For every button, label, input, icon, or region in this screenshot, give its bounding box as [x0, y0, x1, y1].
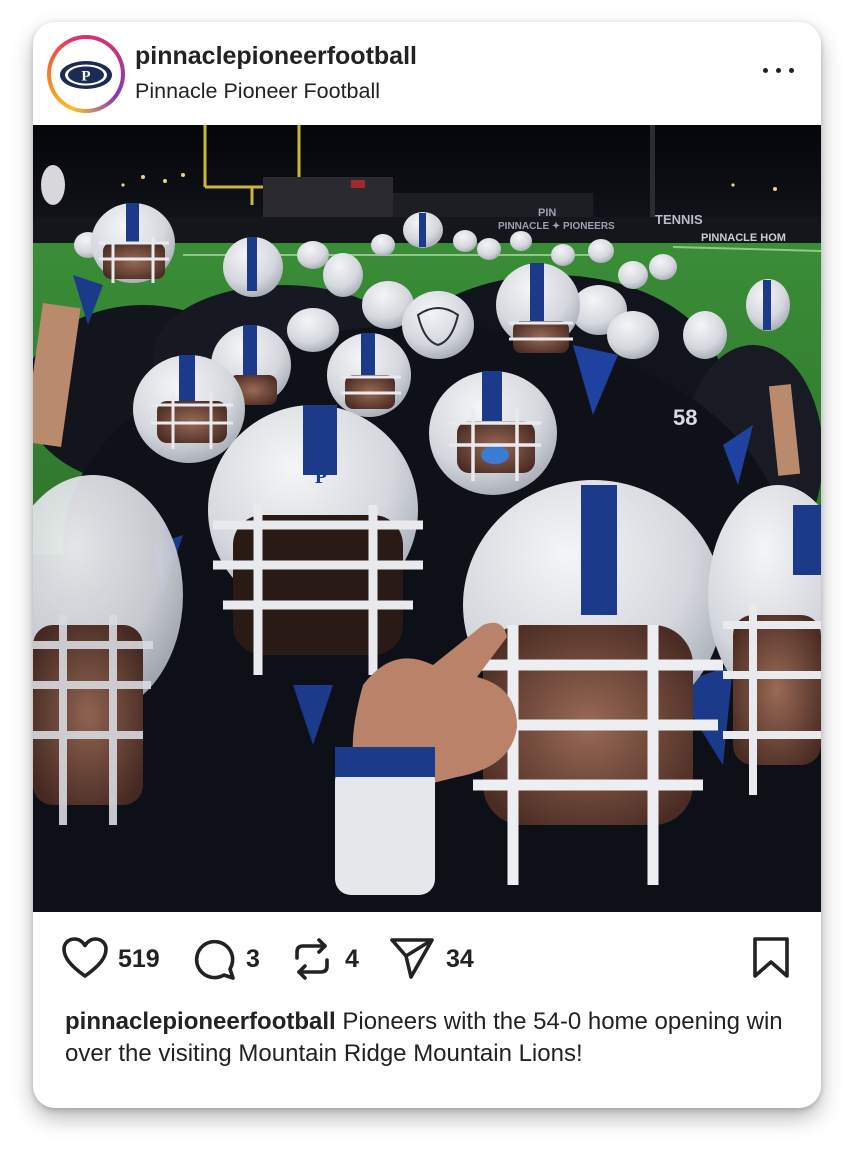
- building: [263, 177, 393, 217]
- team-photo: PINNACLE ✦ PIONEERS PIN TENNIS PINNACLE …: [33, 125, 821, 912]
- banner-mid-text: PIN: [538, 207, 556, 219]
- post-header: P pinnaclepioneerfootball Pinnacle Pione…: [33, 22, 821, 124]
- avatar-image: P: [51, 39, 121, 109]
- team-logo-icon: P: [60, 61, 112, 89]
- like-button[interactable]: 519: [61, 936, 171, 986]
- repost-button[interactable]: 4: [291, 936, 371, 986]
- post-actions: 519 3 4 34: [33, 912, 821, 1007]
- building-light: [351, 180, 365, 188]
- likes-count: 519: [118, 945, 160, 973]
- comment-bubble-icon: [194, 939, 235, 980]
- send-icon: [390, 938, 434, 979]
- repost-icon: [295, 938, 329, 980]
- save-button[interactable]: [752, 936, 792, 986]
- avatar[interactable]: P: [47, 35, 125, 113]
- light-pole: [650, 125, 655, 220]
- more-options-button[interactable]: [761, 60, 797, 80]
- heart-icon: [62, 937, 108, 978]
- reposts-count: 4: [345, 945, 359, 973]
- more-dot: [776, 68, 781, 73]
- avatar-letter: P: [81, 69, 90, 85]
- share-button[interactable]: 34: [389, 936, 489, 986]
- banner-left-text: PINNACLE ✦ PIONEERS: [498, 221, 615, 232]
- comments-count: 3: [246, 945, 260, 973]
- post-caption: pinnaclepioneerfootball Pioneers with th…: [65, 1006, 795, 1069]
- banner-tennis-text: TENNIS: [655, 212, 703, 227]
- post-card: P pinnaclepioneerfootball Pinnacle Pione…: [33, 22, 821, 1108]
- helmet-letter: P: [315, 466, 327, 488]
- post-display-name: Pinnacle Pioneer Football: [135, 79, 381, 103]
- jersey-number: 58: [673, 405, 697, 430]
- post-photo[interactable]: PINNACLE ✦ PIONEERS PIN TENNIS PINNACLE …: [33, 125, 821, 912]
- post-username[interactable]: pinnaclepioneerfootball: [135, 42, 417, 71]
- caption-username[interactable]: pinnaclepioneerfootball: [65, 1008, 336, 1035]
- banner-right-text: PINNACLE HOM: [701, 232, 786, 244]
- comment-button[interactable]: 3: [191, 936, 271, 986]
- shares-count: 34: [446, 945, 474, 973]
- more-horizontal-icon: [763, 68, 768, 73]
- more-dot: [789, 68, 794, 73]
- bookmark-icon: [753, 937, 789, 978]
